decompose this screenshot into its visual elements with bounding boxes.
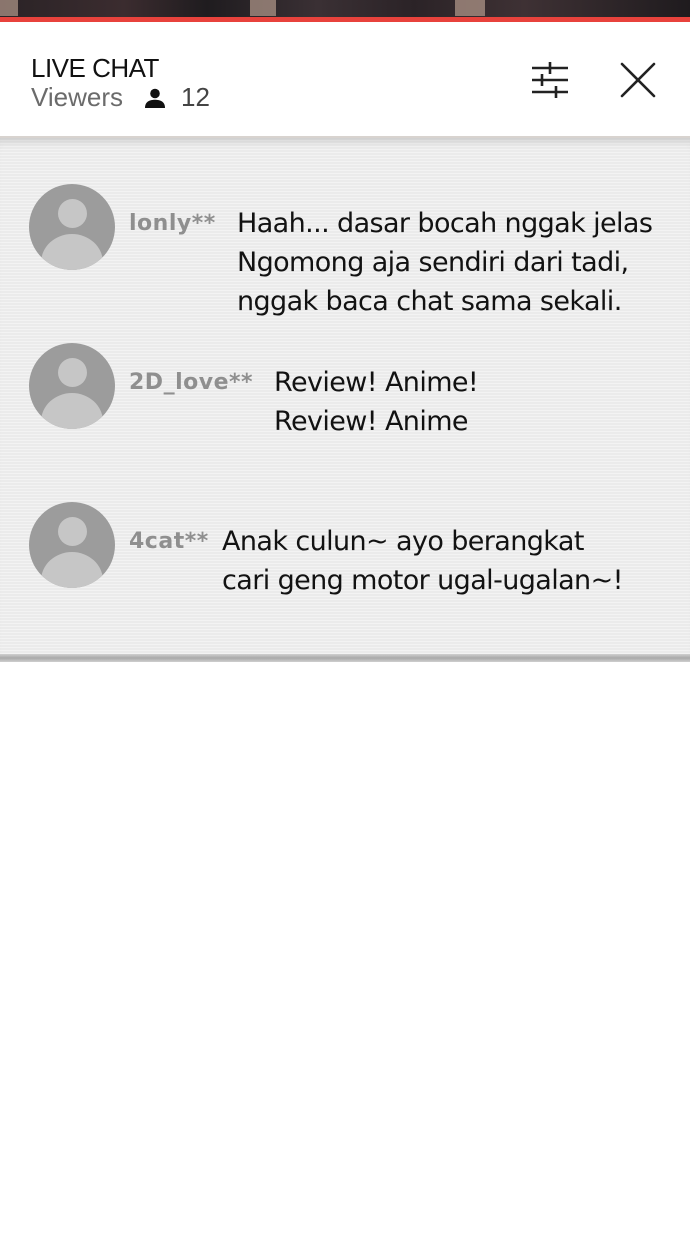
message-line: cari geng motor ugal-ugalan~! <box>222 565 623 596</box>
artwork-detail <box>455 0 485 16</box>
message-text: Haah... dasar bocah nggak jelas Ngomong … <box>237 204 653 321</box>
person-icon <box>145 88 165 108</box>
viewer-count: 12 <box>181 82 210 112</box>
artwork-detail <box>250 0 276 16</box>
chat-panel-bottom-edge <box>0 654 690 662</box>
chat-settings-button[interactable] <box>528 60 572 100</box>
viewers-label: Viewers <box>31 82 124 112</box>
avatar <box>29 184 115 270</box>
chat-title: LIVE CHAT <box>31 53 159 83</box>
message-line: Ngomong aja sendiri dari tadi, <box>237 247 629 278</box>
chat-message-list[interactable]: lonly** Haah... dasar bocah nggak jelas … <box>0 138 690 654</box>
chat-header: LIVE CHAT Viewers 12 <box>0 22 690 138</box>
message-line: Haah... dasar bocah nggak jelas <box>237 208 653 239</box>
live-chat-screen: LIVE CHAT Viewers 12 lonly** Haah... das… <box>0 0 690 1260</box>
avatar <box>29 502 115 588</box>
message-line: Review! Anime! <box>274 367 479 398</box>
message-text: Anak culun~ ayo berangkat cari geng moto… <box>222 522 623 600</box>
sliders-icon <box>532 62 568 98</box>
close-chat-button[interactable] <box>618 60 658 100</box>
message-text: Review! Anime! Review! Anime <box>274 363 479 441</box>
message-username: 4cat** <box>129 529 209 554</box>
close-icon <box>620 62 656 98</box>
message-username: 2D_love** <box>129 370 253 395</box>
top-artwork-strip <box>0 0 690 22</box>
message-line: Anak culun~ ayo berangkat <box>222 526 584 557</box>
avatar <box>29 343 115 429</box>
message-line: Review! Anime <box>274 406 469 437</box>
message-line: nggak baca chat sama sekali. <box>237 286 622 317</box>
message-username: lonly** <box>129 211 216 236</box>
artwork-detail <box>0 0 18 16</box>
